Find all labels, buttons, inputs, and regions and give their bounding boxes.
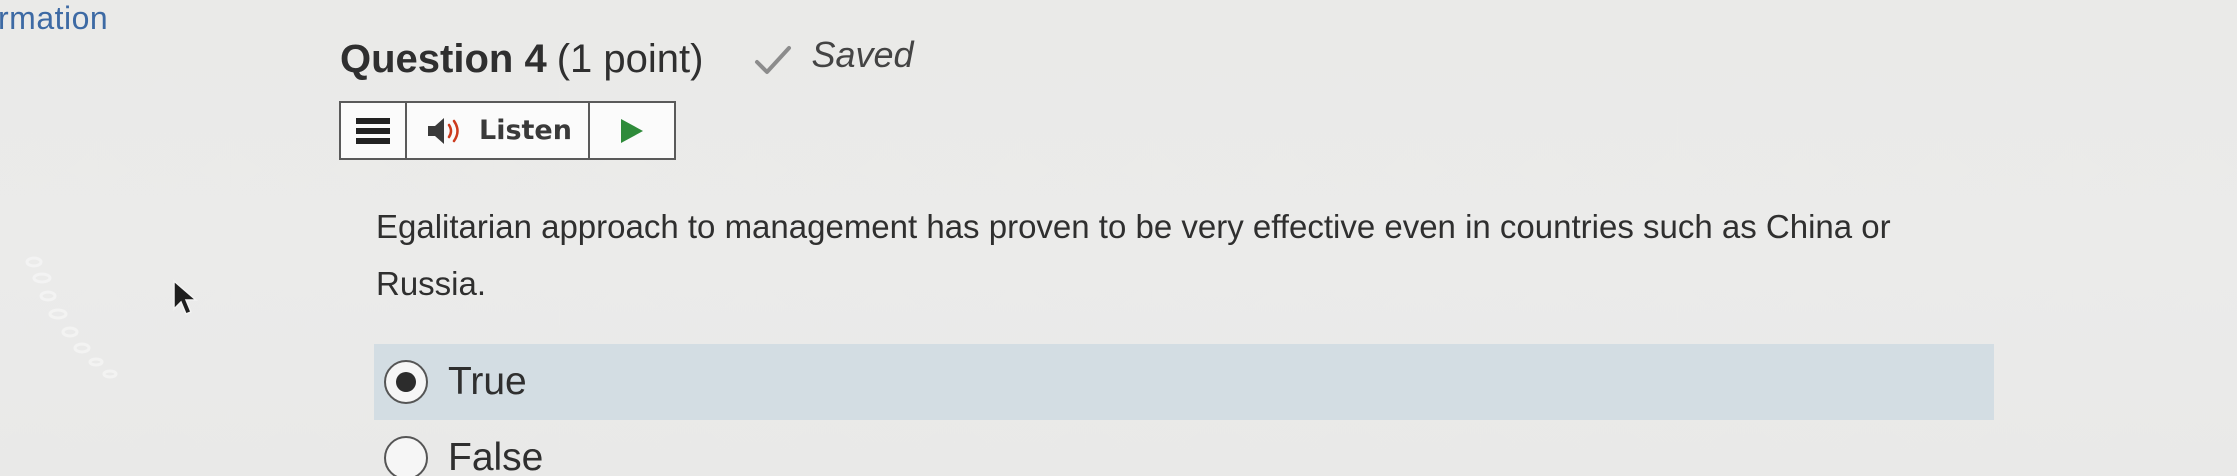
answer-option-label: False xyxy=(448,436,544,476)
question-header: Question 4 (1 point) Saved xyxy=(340,34,914,82)
saved-label: Saved xyxy=(811,34,914,75)
checkmark-icon xyxy=(755,46,792,74)
play-button[interactable] xyxy=(590,103,674,158)
radio-selected-dot xyxy=(396,372,416,392)
question-title: Question 4 xyxy=(340,37,547,81)
answer-option-true[interactable]: True xyxy=(374,344,1994,420)
question-points: (1 point) xyxy=(556,37,704,81)
speaker-icon xyxy=(428,117,459,144)
screen-glare-smudge xyxy=(25,256,118,379)
sidebar-partial-link[interactable]: rmation xyxy=(0,0,108,37)
answer-option-label: True xyxy=(448,360,527,403)
read-aloud-toolbar: Listen xyxy=(339,101,676,160)
hamburger-icon xyxy=(356,117,390,144)
question-prompt: Egalitarian approach to management has p… xyxy=(376,208,1891,302)
listen-button[interactable]: Listen xyxy=(407,103,590,158)
radio-button-unselected[interactable] xyxy=(384,436,428,476)
play-icon xyxy=(621,118,643,143)
answer-option-false[interactable]: False xyxy=(374,420,1994,476)
listen-label: Listen xyxy=(479,115,572,146)
mouse-pointer-icon xyxy=(173,279,198,315)
saved-status: Saved xyxy=(753,34,914,76)
radio-button-selected[interactable] xyxy=(384,360,428,404)
menu-button[interactable] xyxy=(341,103,407,158)
